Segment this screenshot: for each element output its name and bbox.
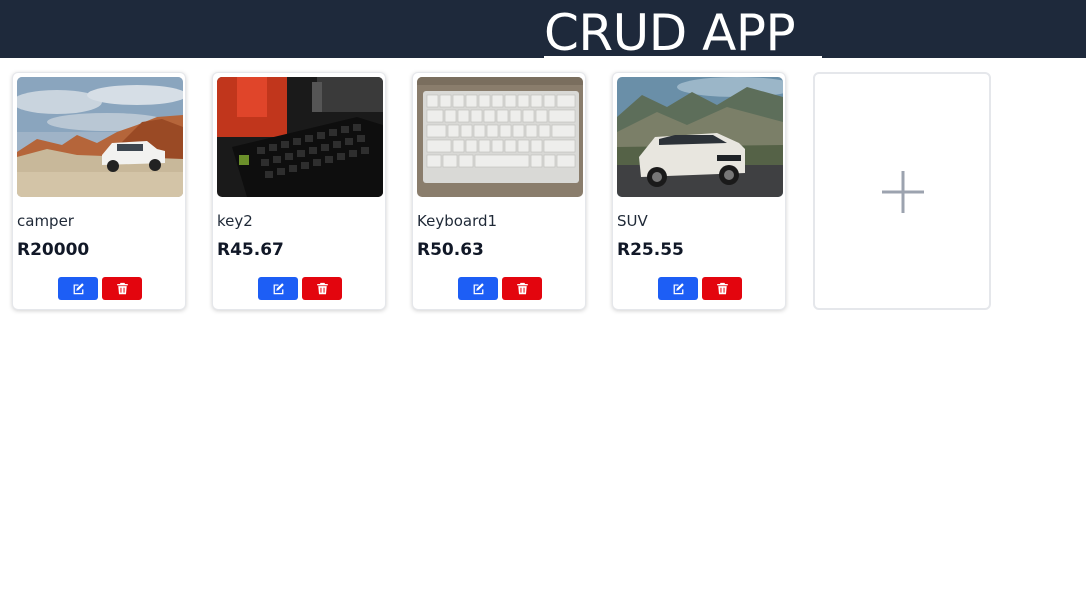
- title-underline: [544, 56, 822, 58]
- app-header: CRUD APP: [0, 0, 1086, 58]
- trash-icon: [316, 282, 328, 295]
- edit-button[interactable]: [658, 277, 698, 300]
- edit-button[interactable]: [458, 277, 498, 300]
- product-name: SUV: [617, 212, 648, 230]
- product-price: R45.67: [217, 240, 284, 260]
- product-image-keyboard1: [417, 77, 583, 197]
- product-name: Keyboard1: [417, 212, 498, 230]
- product-card-key2: key2 R45.67: [212, 72, 386, 310]
- trash-icon: [716, 282, 728, 295]
- edit-icon: [673, 283, 684, 295]
- trash-icon: [116, 282, 128, 295]
- delete-button[interactable]: [102, 277, 142, 300]
- edit-button[interactable]: [258, 277, 298, 300]
- delete-button[interactable]: [702, 277, 742, 300]
- product-price: R50.63: [417, 240, 484, 260]
- product-price: R20000: [17, 240, 90, 260]
- edit-icon: [73, 283, 84, 295]
- product-card-camper: camper R20000: [12, 72, 186, 310]
- app-title: CRUD APP: [544, 4, 796, 58]
- trash-icon: [516, 282, 528, 295]
- edit-icon: [273, 283, 284, 295]
- product-image-suv: [617, 77, 783, 197]
- delete-button[interactable]: [502, 277, 542, 300]
- delete-button[interactable]: [302, 277, 342, 300]
- product-name: key2: [217, 212, 253, 230]
- product-price: R25.55: [617, 240, 684, 260]
- product-name: camper: [17, 212, 74, 230]
- product-card-keyboard1: Keyboard1 R50.63: [412, 72, 586, 310]
- product-image-camper: [17, 77, 183, 197]
- edit-button[interactable]: [58, 277, 98, 300]
- product-card-suv: SUV R25.55: [612, 72, 786, 310]
- add-product-card[interactable]: [813, 72, 991, 310]
- edit-icon: [473, 283, 484, 295]
- product-image-key2: [217, 77, 383, 197]
- plus-icon: [882, 171, 924, 213]
